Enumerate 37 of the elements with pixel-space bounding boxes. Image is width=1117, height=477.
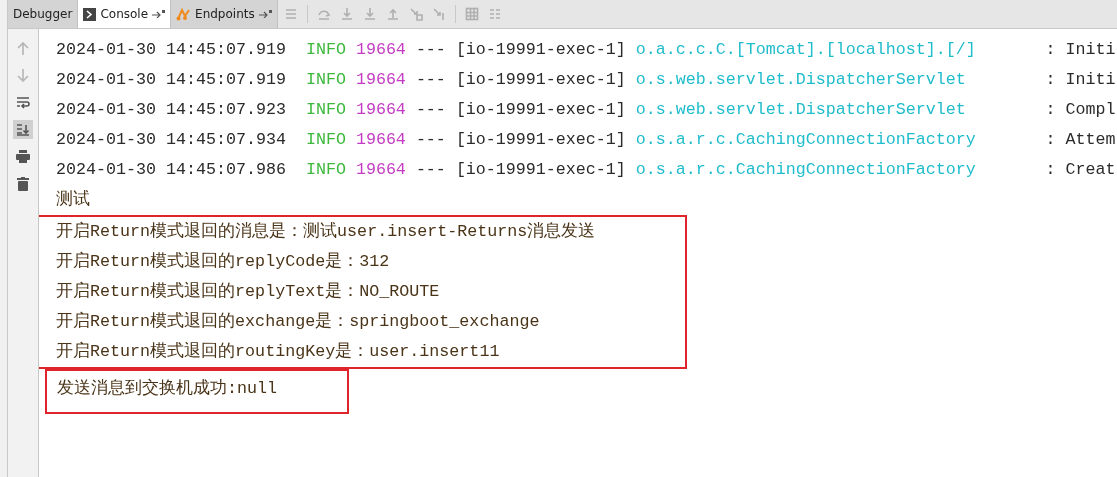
output-line: 开启Return模式退回的replyText是：NO_ROUTE bbox=[56, 280, 441, 303]
log-line: 2024-01-30 14:45:07.919 INFO 19664 --- [io-19991-exec-1] o.s.web.servlet.DispatcherServlet : Initi bbox=[56, 69, 1117, 91]
trash-icon[interactable] bbox=[17, 176, 29, 191]
panel-tab[interactable]: Debugger bbox=[8, 0, 79, 28]
pin-icon[interactable] bbox=[152, 10, 166, 18]
up-arrow-icon[interactable] bbox=[17, 42, 29, 55]
output-line: 发送消息到交换机成功:null bbox=[57, 377, 278, 400]
menu-icon[interactable] bbox=[283, 7, 298, 21]
output-line: 开启Return模式退回的routingKey是：user.insert11 bbox=[56, 340, 501, 363]
panel-tab[interactable]: Endpoints bbox=[171, 0, 278, 28]
pin-icon[interactable] bbox=[258, 10, 272, 18]
step-out-icon[interactable] bbox=[385, 7, 400, 21]
log-line: 2024-01-30 14:45:07.923 INFO 19664 --- [io-19991-exec-1] o.s.web.servlet.DispatcherServlet : Compl bbox=[56, 99, 1117, 121]
tab-label: Endpoints bbox=[195, 7, 255, 21]
step-into-icon[interactable] bbox=[339, 7, 354, 21]
tab-label: Debugger bbox=[13, 7, 73, 21]
endpoints-icon bbox=[176, 7, 192, 21]
terminal-icon bbox=[83, 7, 97, 21]
output-line: 开启Return模式退回的消息是：测试user.insert-Returns消息发送 bbox=[56, 220, 596, 243]
run-to-cursor-icon[interactable] bbox=[431, 7, 446, 21]
panel-tab[interactable]: Console bbox=[78, 0, 172, 28]
list-icon[interactable] bbox=[487, 7, 502, 21]
log-line: 2024-01-30 14:45:07.934 INFO 19664 --- [io-19991-exec-1] o.s.a.r.c.CachingConnectionFactory : Attem bbox=[56, 129, 1117, 151]
soft-wrap-icon[interactable] bbox=[16, 96, 30, 109]
output-line: 测试 bbox=[56, 189, 91, 211]
down-arrow-icon[interactable] bbox=[17, 69, 29, 82]
print-icon[interactable] bbox=[16, 150, 30, 163]
log-line: 2024-01-30 14:45:07.919 INFO 19664 --- [io-19991-exec-1] o.a.c.c.C.[Tomcat].[localhost].[/] : Initi bbox=[56, 39, 1117, 61]
drop-frame-icon[interactable] bbox=[408, 7, 423, 21]
table-icon[interactable] bbox=[464, 7, 479, 21]
output-line: 开启Return模式退回的replyCode是：312 bbox=[56, 250, 391, 273]
output-line: 开启Return模式退回的exchange是：springboot_exchange bbox=[56, 310, 541, 333]
log-line: 2024-01-30 14:45:07.986 INFO 19664 --- [io-19991-exec-1] o.s.a.r.c.CachingConnectionFactory : Creat bbox=[56, 159, 1117, 181]
tab-label: Console bbox=[100, 7, 149, 21]
force-step-into-icon[interactable] bbox=[362, 7, 377, 21]
scroll-to-end-toggle[interactable] bbox=[13, 120, 33, 139]
scroll-to-end-icon bbox=[16, 123, 30, 136]
